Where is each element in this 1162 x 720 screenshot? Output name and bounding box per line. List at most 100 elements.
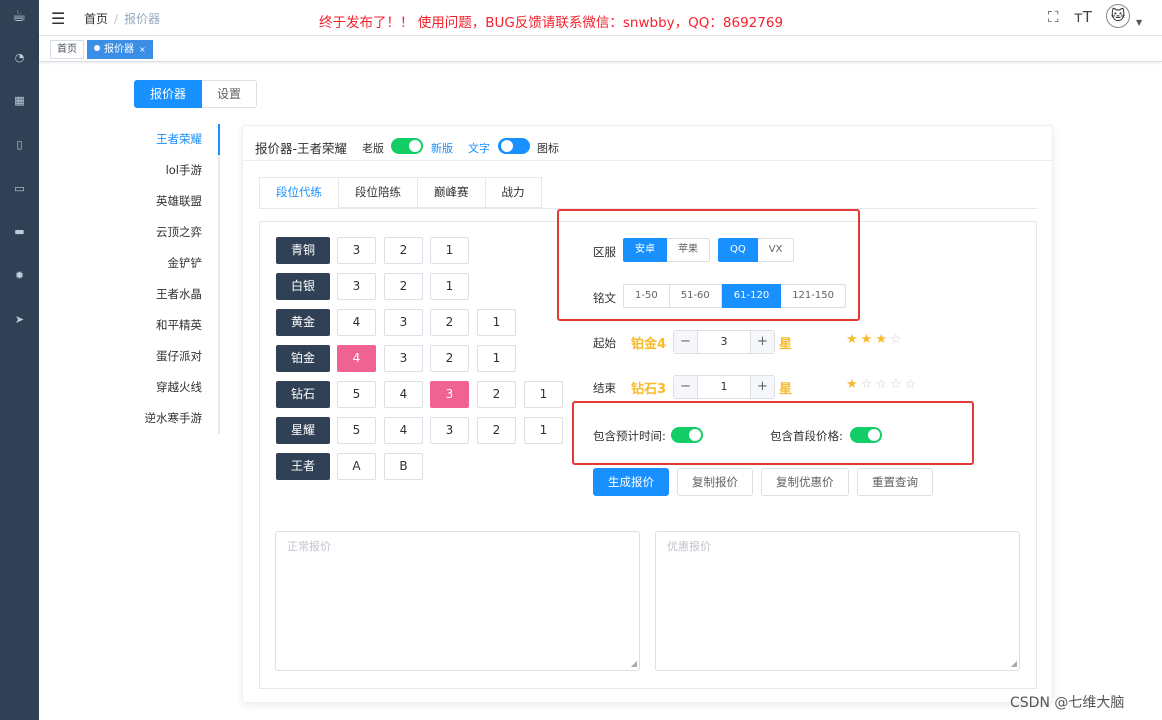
star-button[interactable]: 2 [430, 345, 469, 372]
star-button[interactable]: 3 [384, 345, 423, 372]
avatar[interactable]: 🐱 [1106, 4, 1130, 28]
star-button[interactable]: 1 [477, 345, 516, 372]
star-button[interactable]: 2 [477, 417, 516, 444]
end-star-value[interactable]: 1 [698, 376, 750, 398]
rank-label-silver[interactable]: 白银 [276, 273, 330, 300]
star-button[interactable]: 1 [477, 309, 516, 336]
tag-quoter[interactable]: 报价器 × [87, 40, 153, 59]
star-button[interactable]: 3 [384, 309, 423, 336]
mobile-icon[interactable]: ▯ [0, 135, 39, 155]
star-empty-icon[interactable]: ☆ [875, 377, 890, 392]
hamburger-icon[interactable]: ☰ [51, 9, 65, 28]
start-star-stepper[interactable]: − 3 + [673, 330, 775, 354]
rune-range-button[interactable]: 1-50 [623, 284, 670, 308]
tab-peak-match[interactable]: 巅峰赛 [418, 177, 486, 208]
star-button[interactable]: 3 [430, 417, 469, 444]
star-empty-icon[interactable]: ☆ [890, 377, 905, 392]
star-button-selected[interactable]: 3 [430, 381, 469, 408]
discount-quote-textarea[interactable]: 优惠报价 ◢ [655, 531, 1020, 671]
include-time-switch[interactable] [671, 427, 703, 443]
end-star-rating[interactable]: ★☆☆☆☆ [846, 377, 919, 392]
include-first-switch[interactable] [850, 427, 882, 443]
star-filled-icon[interactable]: ★ [846, 332, 861, 347]
star-button[interactable]: A [337, 453, 376, 480]
star-button[interactable]: 2 [477, 381, 516, 408]
star-button[interactable]: 1 [430, 273, 469, 300]
game-tab-cf[interactable]: 穿越火线 [137, 372, 218, 403]
plus-icon[interactable]: + [750, 376, 774, 398]
rank-label-bronze[interactable]: 青铜 [276, 237, 330, 264]
end-star-stepper[interactable]: − 1 + [673, 375, 775, 399]
star-button[interactable]: 1 [524, 417, 563, 444]
document-icon[interactable]: ▭ [0, 179, 39, 199]
resize-handle-icon[interactable]: ◢ [631, 659, 637, 668]
display-switch[interactable] [498, 138, 530, 154]
chevron-down-icon[interactable]: ▼ [1136, 18, 1142, 27]
star-button[interactable]: 3 [337, 273, 376, 300]
star-button[interactable]: B [384, 453, 423, 480]
send-icon[interactable]: ➤ [0, 310, 39, 330]
plus-icon[interactable]: + [750, 331, 774, 353]
star-button[interactable]: 4 [337, 309, 376, 336]
close-icon[interactable]: × [139, 45, 146, 54]
account-qq-button[interactable]: QQ [718, 238, 758, 262]
tag-home[interactable]: 首页 [50, 40, 84, 59]
star-empty-icon[interactable]: ☆ [861, 377, 876, 392]
grid-icon[interactable]: ▦ [0, 91, 39, 111]
star-filled-icon[interactable]: ★ [846, 377, 861, 392]
star-button[interactable]: 1 [524, 381, 563, 408]
reset-query-button[interactable]: 重置查询 [857, 468, 933, 496]
game-tab-nsh[interactable]: 逆水寒手游 [137, 403, 218, 434]
game-tab-wzry[interactable]: 王者荣耀 [137, 124, 218, 155]
generate-quote-button[interactable]: 生成报价 [593, 468, 669, 496]
star-filled-icon[interactable]: ★ [861, 332, 876, 347]
copy-discount-button[interactable]: 复制优惠价 [761, 468, 849, 496]
rune-range-button[interactable]: 121-150 [781, 284, 846, 308]
server-android-button[interactable]: 安卓 [623, 238, 667, 262]
gear-icon[interactable]: ✹ [0, 266, 39, 286]
normal-quote-textarea[interactable]: 正常报价 ◢ [275, 531, 640, 671]
star-button[interactable]: 5 [337, 381, 376, 408]
star-button[interactable]: 2 [384, 237, 423, 264]
tab-power[interactable]: 战力 [485, 177, 542, 208]
game-tab-eggy[interactable]: 蛋仔派对 [137, 341, 218, 372]
star-button[interactable]: 4 [384, 417, 423, 444]
version-switch[interactable] [391, 138, 423, 154]
tab-rank-companion[interactable]: 段位陪练 [339, 177, 418, 208]
star-empty-icon[interactable]: ☆ [890, 332, 905, 347]
account-vx-button[interactable]: VX [757, 238, 795, 262]
rank-label-king[interactable]: 王者 [276, 453, 330, 480]
java-logo-icon[interactable]: ☕ [8, 6, 30, 32]
server-ios-button[interactable]: 苹果 [667, 238, 710, 262]
star-button[interactable]: 1 [430, 237, 469, 264]
game-tab-lol-mobile[interactable]: lol手游 [137, 155, 218, 186]
game-tab-lol[interactable]: 英雄联盟 [137, 186, 218, 217]
copy-quote-button[interactable]: 复制报价 [677, 468, 753, 496]
start-star-rating[interactable]: ★★★☆ [846, 332, 905, 347]
tab-rank-boost[interactable]: 段位代练 [259, 177, 339, 208]
breadcrumb-home[interactable]: 首页 [84, 12, 108, 26]
rank-label-gold[interactable]: 黄金 [276, 309, 330, 336]
resize-handle-icon[interactable]: ◢ [1011, 659, 1017, 668]
rune-range-button-selected[interactable]: 61-120 [721, 284, 782, 308]
fullscreen-icon[interactable]: ⛶ [1048, 8, 1059, 26]
tab-quoter[interactable]: 报价器 [134, 80, 203, 108]
game-tab-tft[interactable]: 云顶之弈 [137, 217, 218, 248]
font-size-icon[interactable]: ᴛT [1074, 8, 1092, 26]
chat-icon[interactable]: ▬ [0, 222, 39, 242]
rune-range-button[interactable]: 51-60 [669, 284, 722, 308]
rank-label-platinum[interactable]: 铂金 [276, 345, 330, 372]
dashboard-icon[interactable]: ◔ [0, 48, 39, 68]
minus-icon[interactable]: − [674, 331, 698, 353]
star-button[interactable]: 2 [430, 309, 469, 336]
star-filled-icon[interactable]: ★ [875, 332, 890, 347]
game-tab-wzsj[interactable]: 王者水晶 [137, 279, 218, 310]
star-button[interactable]: 3 [337, 237, 376, 264]
game-tab-hpjy[interactable]: 和平精英 [137, 310, 218, 341]
tab-settings[interactable]: 设置 [202, 80, 258, 108]
game-tab-jcc[interactable]: 金铲铲 [137, 248, 218, 279]
star-button-selected[interactable]: 4 [337, 345, 376, 372]
star-button[interactable]: 2 [384, 273, 423, 300]
minus-icon[interactable]: − [674, 376, 698, 398]
star-button[interactable]: 4 [384, 381, 423, 408]
